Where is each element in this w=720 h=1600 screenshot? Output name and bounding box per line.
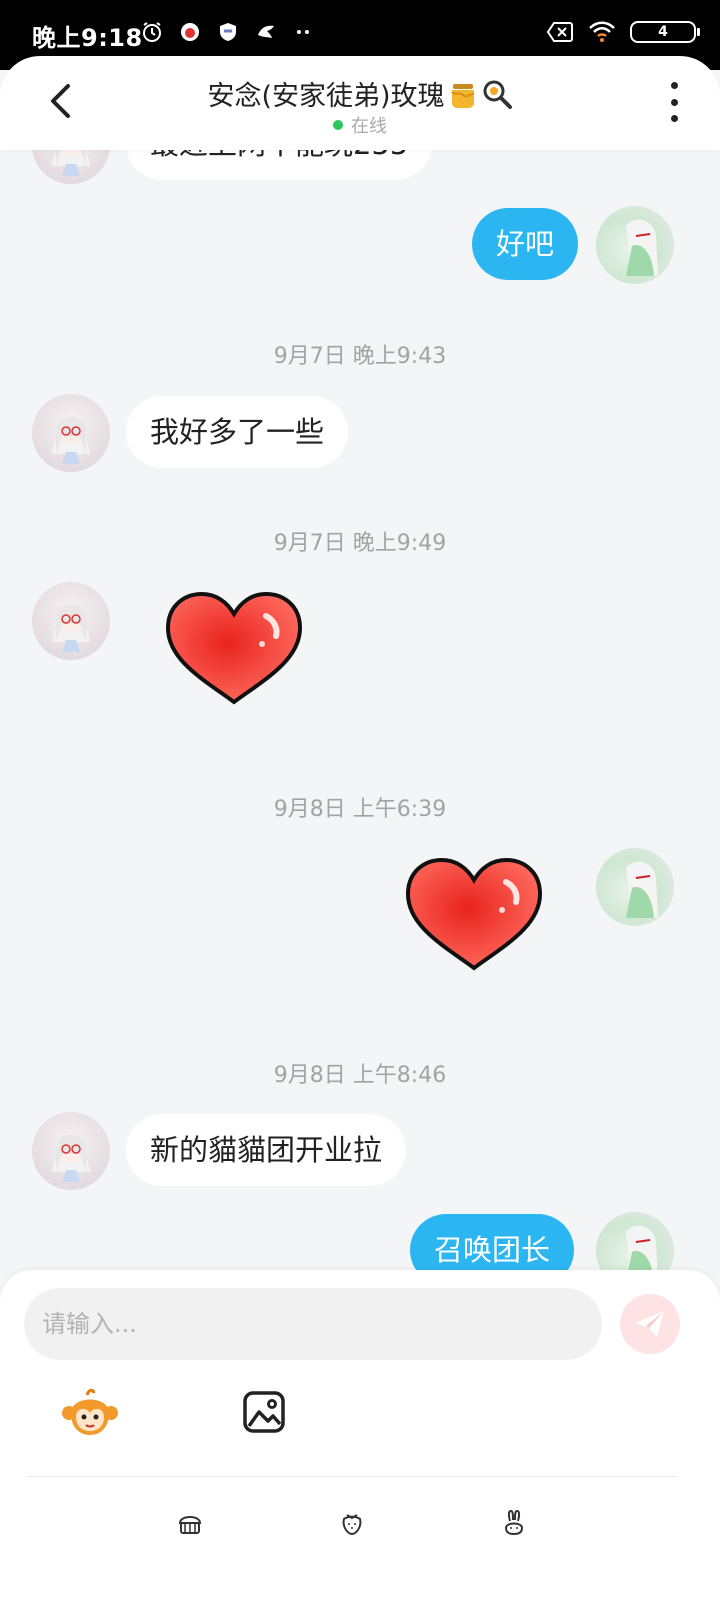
cake-button[interactable]: [173, 1506, 207, 1540]
contact-avatar[interactable]: [32, 150, 110, 184]
strawberry-button[interactable]: [335, 1506, 369, 1540]
message-timestamp: 9月7日 晚上9:43: [273, 344, 447, 369]
chat-header: 安念(安家徒弟)玫瑰 在线: [0, 56, 720, 150]
bird-icon: [254, 20, 278, 44]
battery-indicator: 4: [630, 21, 700, 43]
message-timestamp: 9月8日 上午6:39: [273, 797, 447, 822]
emoji-button[interactable]: [60, 1382, 120, 1442]
more-vertical-icon: [670, 82, 678, 89]
online-status-label: 在线: [351, 116, 387, 137]
status-system-icons: 4: [546, 20, 700, 44]
composer-panel: [0, 1270, 720, 1600]
status-time: 晚上9:18: [32, 24, 143, 52]
image-button[interactable]: [234, 1382, 294, 1442]
message-timestamp: 9月7日 晚上9:49: [273, 531, 447, 556]
my-avatar[interactable]: [596, 848, 674, 926]
message-bubble-incoming[interactable]: 我好多了一些: [126, 396, 349, 468]
contact-avatar[interactable]: [32, 582, 110, 660]
my-avatar[interactable]: [596, 206, 674, 284]
alarm-icon: [140, 20, 164, 44]
my-avatar[interactable]: [596, 1212, 674, 1270]
more-options-button[interactable]: [664, 82, 684, 122]
rabbit-button[interactable]: [497, 1506, 531, 1540]
status-notification-icons: [140, 20, 316, 44]
contact-name: 安念(安家徒弟)玫瑰: [207, 81, 445, 112]
message-input[interactable]: [24, 1288, 602, 1360]
message-list[interactable]: 最近上网不能玩255 好吧 9月7日 晚上9:43 我好多了一些 9月7日 晚上…: [0, 150, 720, 1270]
wifi-icon: [588, 20, 616, 44]
battery-level: 4: [658, 24, 668, 40]
message-bubble-outgoing[interactable]: 好吧: [472, 208, 579, 280]
shield-icon: [216, 20, 240, 44]
paper-plane-icon: [636, 1311, 664, 1337]
heart-sticker[interactable]: [164, 590, 304, 710]
heart-sticker[interactable]: [404, 856, 544, 976]
monkey-emoji-icon: [62, 1388, 118, 1435]
composer-divider: [28, 1476, 676, 1477]
message-bubble-incoming[interactable]: 新的貓貓团开业拉: [126, 1114, 407, 1186]
more-dots-icon: [292, 20, 316, 44]
message-timestamp: 9月8日 上午8:46: [273, 1063, 447, 1088]
strawberry-icon: [342, 1514, 362, 1536]
app-icon: [178, 20, 202, 44]
rabbit-icon: [504, 1509, 524, 1536]
contact-avatar[interactable]: [32, 394, 110, 472]
message-bubble-incoming[interactable]: 最近上网不能玩255: [126, 150, 433, 180]
online-status: 在线: [0, 112, 720, 138]
online-dot: [333, 120, 343, 130]
chat-title: 安念(安家徒弟)玫瑰: [0, 74, 720, 117]
cake-icon: [178, 1516, 202, 1534]
sim-off-icon: [546, 20, 574, 44]
send-button[interactable]: [620, 1294, 680, 1354]
message-bubble-outgoing[interactable]: 召唤团长: [410, 1214, 575, 1270]
contact-avatar[interactable]: [32, 1112, 110, 1190]
image-icon: [243, 1391, 285, 1433]
